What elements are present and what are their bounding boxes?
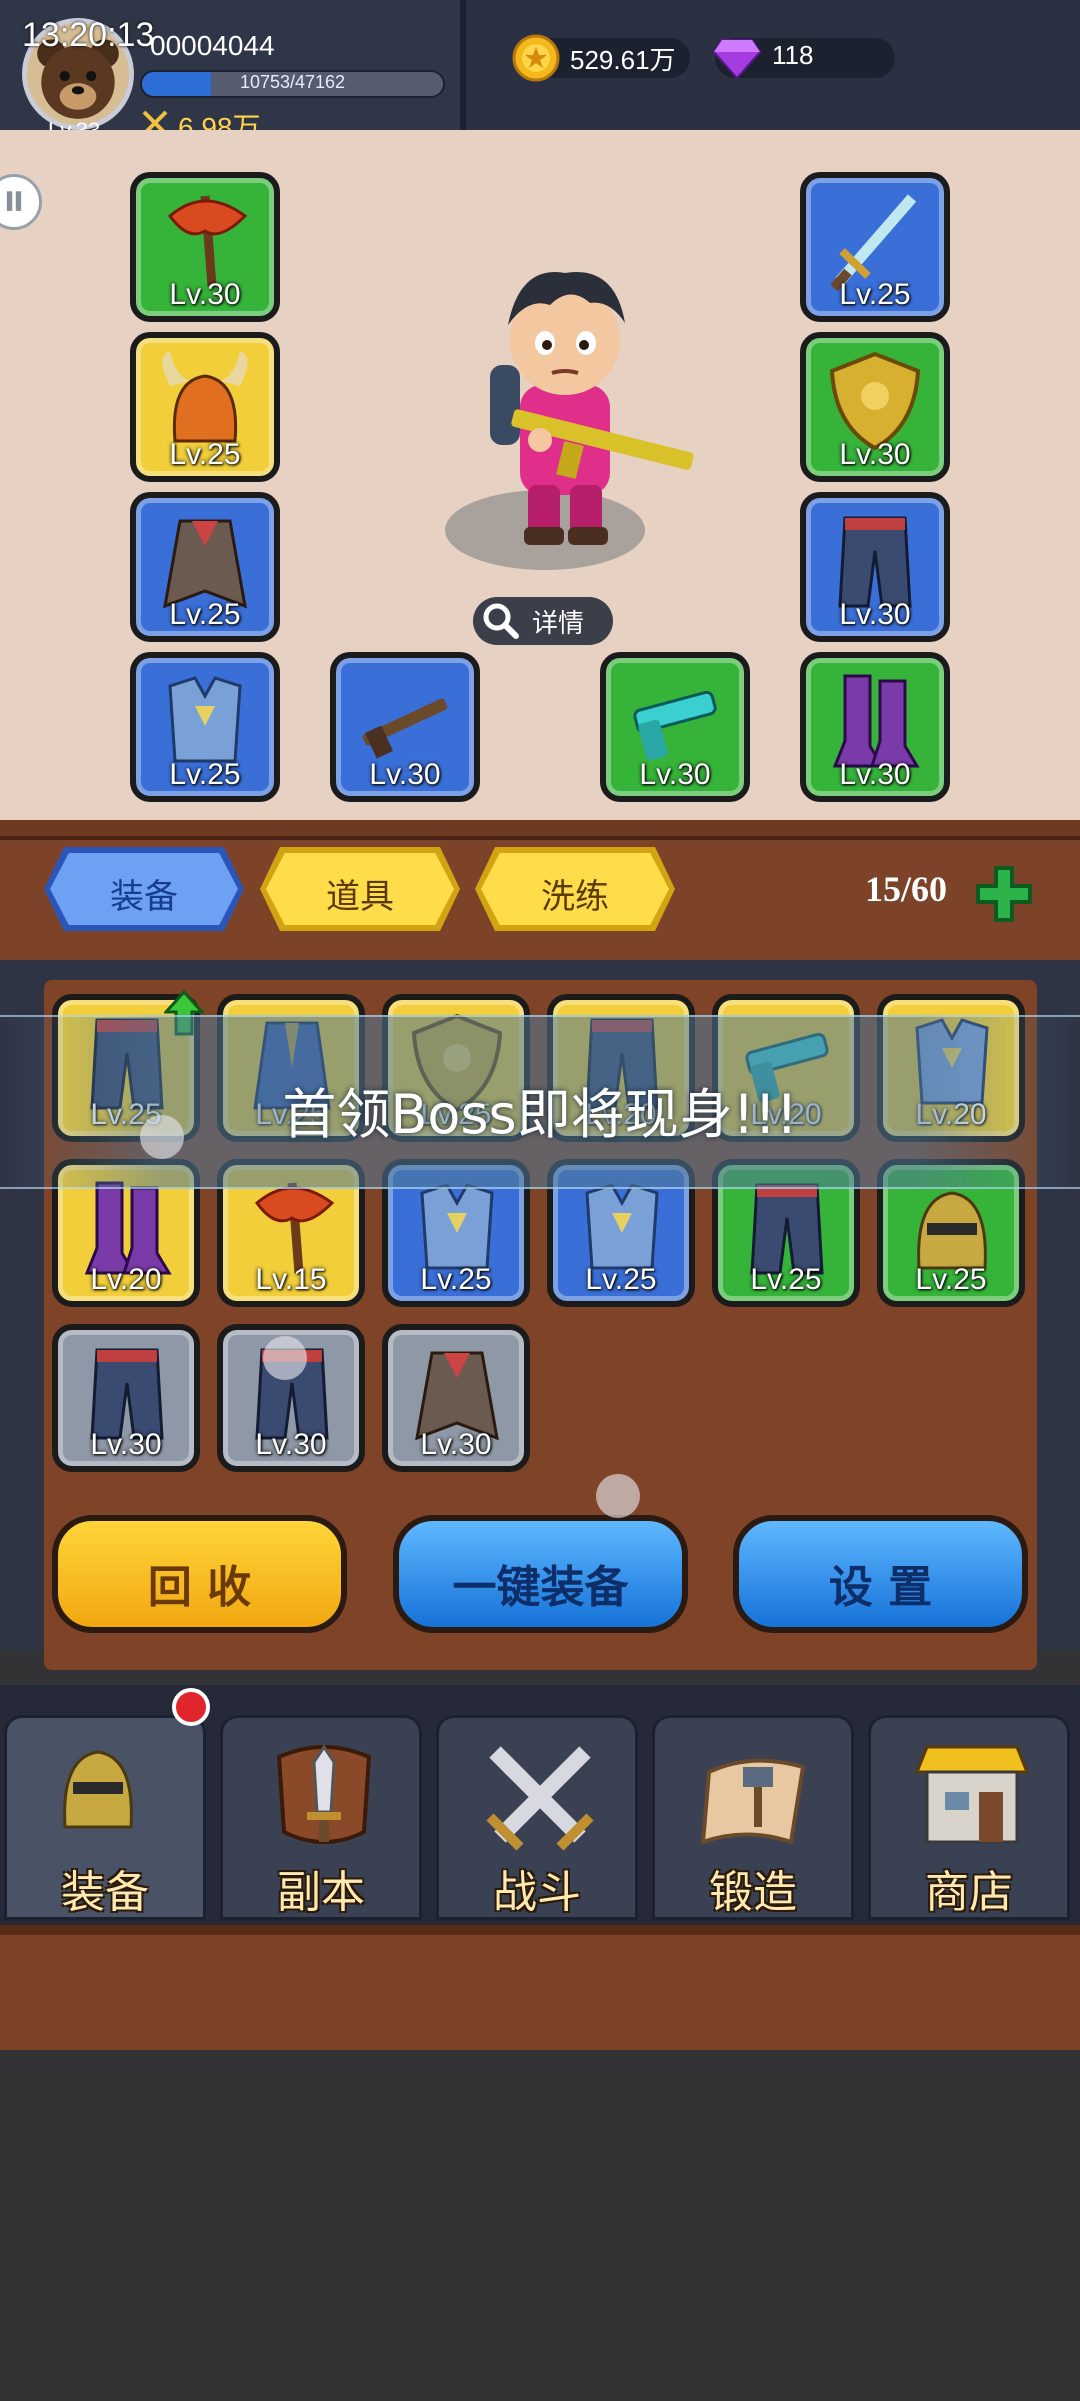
gold-amount: 529.61万 (570, 45, 676, 75)
item-level: Lv.25 (169, 438, 241, 471)
purple-gem-icon (712, 39, 762, 80)
recycle-button[interactable]: 回 收 (52, 1515, 347, 1633)
nav-tab-label: 副本 (277, 1867, 365, 1918)
touch-indicator (596, 1474, 640, 1518)
item-level: Lv.30 (839, 758, 911, 791)
shop-icon (914, 1745, 1030, 1844)
nav-tab-forge-scroll[interactable]: 锻造 (652, 1715, 854, 1920)
gem-amount: 118 (772, 40, 814, 70)
item-level: Lv.30 (839, 438, 911, 471)
item-level: Lv.30 (369, 758, 441, 791)
auto-equip-button-label: 一键装备 (452, 1562, 629, 1613)
equipped-slot-cloak[interactable]: Lv.25 (130, 492, 280, 642)
inventory-item[interactable]: Lv.30 (382, 1324, 530, 1472)
equipped-slot-helmet[interactable]: Lv.25 (130, 332, 280, 482)
empty-area (0, 2050, 1080, 2401)
tab-refine[interactable]: 洗练 (475, 847, 675, 931)
xp-text: 10753/47162 (239, 72, 346, 92)
auto-equip-button[interactable]: 一键装备 (393, 1515, 688, 1633)
item-level: Lv.25 (915, 1263, 987, 1296)
item-level: Lv.25 (169, 758, 241, 791)
item-level: Lv.25 (839, 278, 911, 311)
nav-tab-label: 战斗 (493, 1867, 581, 1918)
status-clock: 13:20:13 (22, 16, 155, 54)
item-level: Lv.30 (639, 758, 711, 791)
item-level: Lv.25 (585, 1263, 657, 1296)
expand-inventory-plus-icon[interactable] (972, 862, 1036, 926)
nav-tab-shop[interactable]: 商店 (868, 1715, 1070, 1920)
hero-character[interactable] (440, 245, 700, 555)
item-level: Lv.20 (90, 1263, 162, 1296)
equipped-slot-shield[interactable]: Lv.30 (800, 332, 950, 482)
dungeon-sword-icon (276, 1744, 372, 1844)
item-level: Lv.25 (750, 1263, 822, 1296)
player-id: 00004044 (150, 30, 275, 61)
touch-indicator (140, 1115, 184, 1159)
tab-equipment-label: 装备 (110, 877, 178, 917)
nav-tab-label: 装备 (61, 1867, 149, 1918)
equipped-slot-pistol[interactable]: Lv.30 (600, 652, 750, 802)
nav-tab-crossed-swords[interactable]: 战斗 (436, 1715, 638, 1920)
item-level: Lv.30 (420, 1428, 492, 1461)
touch-indicator (263, 1336, 307, 1380)
item-level: Lv.15 (255, 1263, 327, 1296)
gold-coin-icon (512, 34, 560, 82)
item-level: Lv.30 (839, 598, 911, 631)
nav-tab-helmet[interactable]: 装备 (4, 1715, 206, 1920)
equipped-slot-weapon-left[interactable]: Lv.30 (130, 172, 280, 322)
forge-scroll-icon (700, 1758, 806, 1845)
tab-equipment[interactable]: 装备 (44, 847, 244, 931)
tab-items[interactable]: 道具 (260, 847, 460, 931)
item-level: Lv.30 (169, 278, 241, 311)
settings-button-label: 设 置 (828, 1562, 933, 1613)
inventory-item[interactable]: Lv.30 (52, 1324, 200, 1472)
equipped-slot-pants[interactable]: Lv.30 (800, 492, 950, 642)
equipped-slot-sword[interactable]: Lv.25 (800, 172, 950, 322)
crossed-swords-icon (486, 1746, 594, 1851)
tab-refine-label: 洗练 (541, 877, 609, 917)
item-level: Lv.25 (169, 598, 241, 631)
inventory-capacity: 15/60 (865, 869, 948, 909)
item-level: Lv.30 (255, 1428, 327, 1461)
equipped-slot-rifle[interactable]: Lv.30 (330, 652, 480, 802)
details-label: 详情 (532, 609, 585, 639)
notification-badge (172, 1688, 210, 1726)
nav-tab-dungeon-sword[interactable]: 副本 (220, 1715, 422, 1920)
helmet-icon (63, 1750, 133, 1829)
magnifier-icon (483, 603, 519, 639)
equipped-slot-armor[interactable]: Lv.25 (130, 652, 280, 802)
nav-tab-label: 商店 (925, 1867, 1013, 1918)
pause-button[interactable] (0, 174, 42, 230)
nav-tab-label: 锻造 (709, 1867, 797, 1918)
item-level: Lv.30 (90, 1428, 162, 1461)
bottom-shelf (0, 1925, 1080, 2061)
tab-items-label: 道具 (326, 877, 394, 917)
settings-button[interactable]: 设 置 (733, 1515, 1028, 1633)
pause-icon (6, 191, 22, 211)
item-level: Lv.25 (420, 1263, 492, 1296)
equipped-slot-boots[interactable]: Lv.30 (800, 652, 950, 802)
recycle-button-label: 回 收 (147, 1562, 252, 1613)
